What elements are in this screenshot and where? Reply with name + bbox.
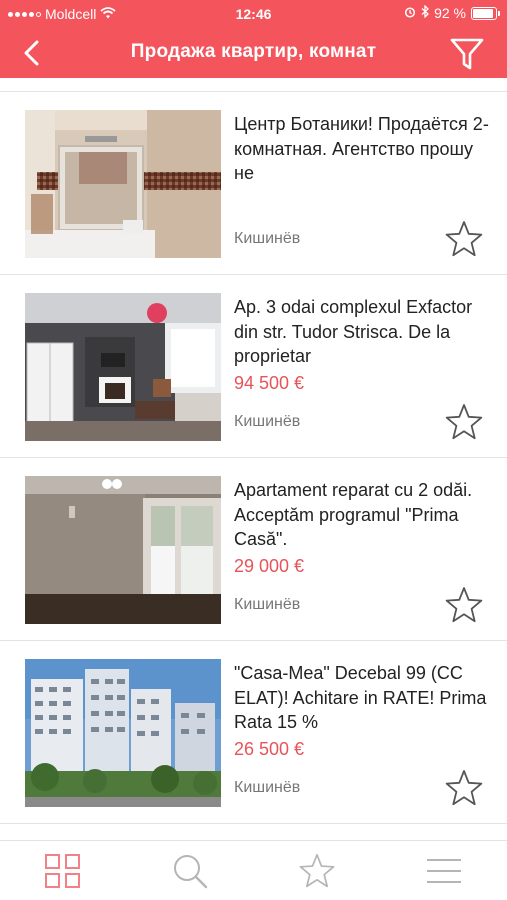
tab-menu[interactable]	[380, 841, 507, 900]
header: Moldcell 12:46 92 % Продажа квартир, ком…	[0, 0, 507, 78]
tab-search[interactable]	[127, 841, 254, 900]
star-icon	[445, 404, 483, 440]
nav-bar: Продажа квартир, комнат	[0, 28, 507, 78]
favorite-button[interactable]	[444, 219, 484, 259]
grid-icon	[45, 853, 81, 888]
listing-title: Ap. 3 odai complexul Exfactor din str. T…	[234, 297, 473, 366]
star-icon	[445, 587, 483, 623]
listing-city: Кишинёв	[234, 413, 301, 430]
favorite-button[interactable]	[444, 402, 484, 442]
listing-photo	[25, 293, 221, 441]
listing-item[interactable]: "Casa-Mea" Decebal 99 (CC ELAT)! Achitar…	[0, 641, 507, 824]
tab-catalog[interactable]	[0, 841, 127, 900]
listing-photo	[25, 110, 221, 258]
filter-icon	[450, 38, 484, 70]
listing-price: 26 500 €	[234, 739, 305, 759]
filter-button[interactable]	[447, 35, 487, 73]
search-icon	[174, 854, 208, 888]
battery-percent: 92 %	[434, 5, 466, 21]
bluetooth-icon	[421, 4, 430, 21]
status-left: Moldcell	[8, 6, 116, 22]
star-icon	[299, 853, 335, 887]
listing-list: Центр Ботаники! Продаётся 2-комнатная. А…	[0, 78, 507, 840]
listing-item[interactable]: Apartament reparat cu 2 odăi. Acceptăm p…	[0, 458, 507, 641]
tab-favorites[interactable]	[254, 841, 381, 900]
alarm-icon	[404, 5, 416, 21]
listing-city: Кишинёв	[234, 230, 301, 247]
listing-item[interactable]: Ap. 3 odai complexul Exfactor din str. T…	[0, 275, 507, 458]
listing-item[interactable]: Центр Ботаники! Продаётся 2-комнатная. А…	[0, 92, 507, 275]
listing-photo	[25, 659, 221, 807]
listing-city: Кишинёв	[234, 596, 301, 613]
favorite-button[interactable]	[444, 768, 484, 808]
listing-title: Apartament reparat cu 2 odăi. Acceptăm p…	[234, 480, 473, 549]
battery-icon	[471, 6, 500, 20]
chevron-left-icon	[24, 40, 39, 66]
listing-price: 29 000 €	[234, 556, 305, 576]
listing-photo	[25, 476, 221, 624]
wifi-icon	[100, 6, 116, 22]
page-title: Продажа квартир, комнат	[130, 41, 377, 62]
back-button[interactable]	[14, 36, 50, 70]
favorite-button[interactable]	[444, 585, 484, 625]
star-icon	[445, 221, 483, 257]
star-icon	[445, 770, 483, 806]
app: Moldcell 12:46 92 % Продажа квартир, ком…	[0, 0, 507, 900]
carrier-name: Moldcell	[45, 6, 97, 22]
signal-icon	[8, 11, 41, 17]
menu-icon	[426, 858, 461, 883]
listing-city: Кишинёв	[234, 779, 301, 796]
tab-bar	[0, 840, 507, 900]
listing-title: Центр Ботаники! Продаётся 2-комнатная. А…	[234, 114, 489, 183]
status-bar: Moldcell 12:46 92 %	[0, 0, 507, 28]
listing-title: "Casa-Mea" Decebal 99 (CC ELAT)! Achitar…	[234, 663, 487, 732]
status-right: 92 %	[404, 4, 500, 21]
listing-price: 94 500 €	[234, 373, 305, 393]
